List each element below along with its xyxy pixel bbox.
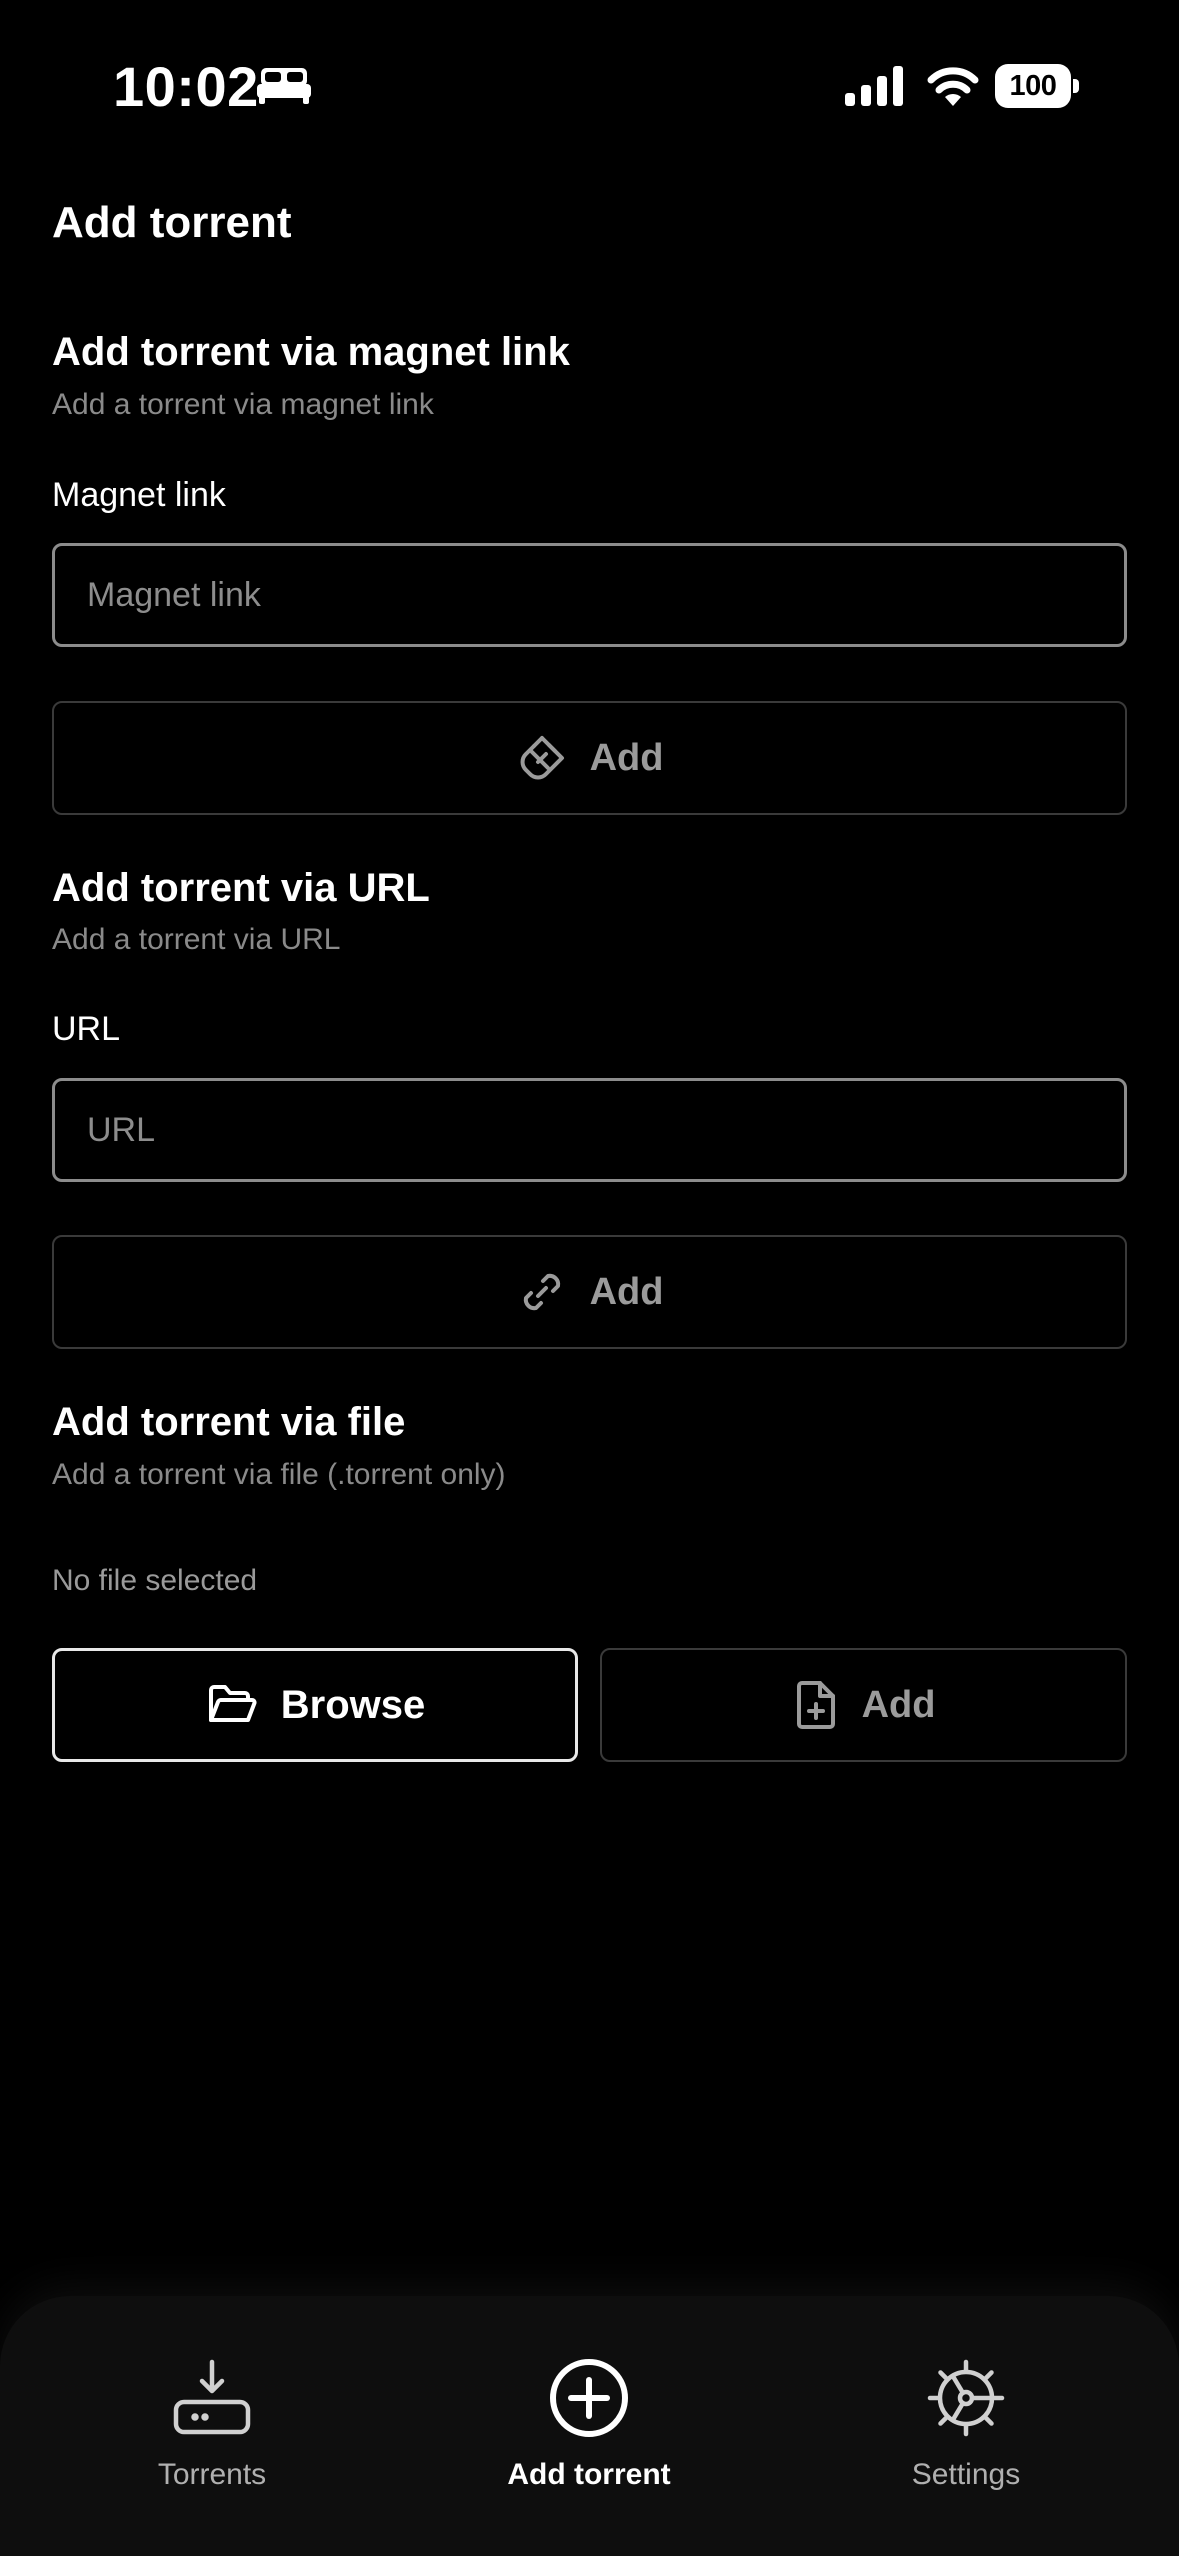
status-bar: 10:02 100 [0,0,1179,170]
add-url-button-label: Add [589,1270,664,1313]
magnet-section-title: Add torrent via magnet link [52,330,570,374]
magnet-field-label: Magnet link [52,476,226,514]
nav-tab-torrents-label: Torrents [157,2458,267,2491]
bottom-nav: Torrents Add torrent Settings [0,2296,1179,2556]
page-title: Add torrent [52,198,292,247]
download-tray-icon [173,2359,251,2435]
magnet-section-subtitle: Add a torrent via magnet link [52,388,434,421]
folder-open-icon [208,1685,257,1722]
nav-tab-add-torrent-label: Add torrent [507,2458,671,2491]
battery-level: 100 [1009,69,1057,102]
gear-icon [927,2359,1005,2437]
file-selection-status: No file selected [52,1564,258,1597]
wifi-icon [927,67,979,106]
add-file-button[interactable]: Add [600,1648,1127,1762]
browse-button[interactable]: Browse [52,1648,578,1762]
file-plus-icon [796,1681,835,1729]
signal-icon [845,66,903,106]
nav-tab-add-torrent[interactable]: Add torrent [469,2356,709,2492]
file-section-subtitle: Add a torrent via file (.torrent only) [52,1458,506,1491]
add-magnet-button[interactable]: Add [52,701,1127,815]
nav-tab-torrents[interactable]: Torrents [92,2356,332,2492]
status-time: 10:02 [113,55,259,118]
add-magnet-button-label: Add [589,736,664,779]
nav-tab-settings[interactable]: Settings [846,2356,1086,2492]
magnet-icon [520,736,564,780]
file-section-title: Add torrent via file [52,1400,406,1444]
link-icon [523,1273,560,1311]
add-file-button-label: Add [861,1683,936,1726]
url-field-label: URL [52,1010,121,1048]
url-input[interactable] [52,1078,1127,1182]
bed-icon [257,68,311,104]
nav-tab-settings-label: Settings [911,2458,1021,2491]
magnet-link-input[interactable] [52,543,1127,647]
url-section-title: Add torrent via URL [52,866,430,910]
add-url-button[interactable]: Add [52,1235,1127,1349]
battery-icon: 100 [995,64,1079,108]
plus-circle-icon [550,2359,628,2437]
url-section-subtitle: Add a torrent via URL [52,923,341,956]
browse-button-label: Browse [280,1682,426,1727]
